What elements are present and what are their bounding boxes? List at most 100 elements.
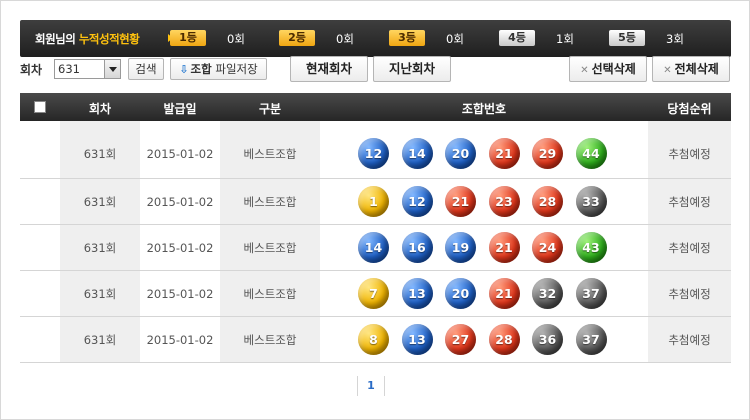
delete-selected-label: 선택삭제 [591, 62, 636, 76]
number-balls: 8 13 27 28 36 37 [358, 317, 619, 362]
rank-badge: 1등 [170, 30, 206, 46]
round-cell: 631회 [60, 317, 140, 362]
table-body: 631회 2015-01-02 베스트조합 추첨예정 12 14 20 21 29 44 631회 2… [20, 121, 731, 363]
lotto-ball: 19 [445, 232, 476, 263]
row-checkbox-cell [20, 225, 60, 270]
header-numbers: 조합번호 [461, 102, 507, 116]
lotto-ball: 1 [358, 186, 389, 217]
current-round-button[interactable]: 현재회차 [290, 56, 368, 82]
lotto-ball: 12 [401, 186, 433, 217]
type-cell: 베스트조합 [220, 271, 320, 316]
lotto-ball: 12 [358, 138, 389, 169]
lotto-ball: 8 [358, 324, 389, 355]
rank-count: 0회 [446, 32, 464, 46]
rank-badge: 2등 [279, 30, 315, 46]
round-cell: 631회 [60, 121, 140, 178]
table-row[interactable]: 631회 2015-01-02 베스트조합 추첨예정 8 13 27 28 36 37 [20, 317, 731, 363]
lotto-ball: 14 [358, 232, 389, 263]
chevron-down-icon[interactable] [104, 60, 120, 78]
issued-date-cell: 2015-01-02 [146, 240, 214, 255]
download-icon: ⇩ [179, 63, 189, 76]
past-round-button[interactable]: 지난회차 [373, 56, 451, 82]
round-cell: 631회 [60, 271, 140, 316]
table-header: 회차 발급일 구분 조합번호 당첨순위 [20, 93, 731, 121]
number-balls: 1 12 21 23 28 33 [358, 179, 619, 224]
lotto-ball: 32 [532, 278, 563, 309]
issued-date-cell: 2015-01-02 [146, 286, 214, 301]
table-row[interactable]: 631회 2015-01-02 베스트조합 추첨예정 1 12 21 23 28 33 [20, 179, 731, 225]
close-icon: ✕ [580, 65, 589, 76]
pagination-current-page[interactable]: 1 [357, 376, 385, 396]
lotto-ball: 28 [532, 186, 563, 217]
rank-badge: 5등 [609, 30, 645, 46]
summary-title: 회원님의 누적성적현황 [35, 31, 140, 47]
lotto-ball: 13 [401, 278, 433, 309]
select-all-checkbox[interactable] [34, 101, 46, 113]
lotto-ball: 29 [532, 138, 563, 169]
round-cell: 631회 [60, 179, 140, 224]
past-round-label: 지난회차 [388, 61, 435, 76]
lotto-ball: 20 [445, 278, 476, 309]
header-issued-date: 발급일 [163, 102, 197, 116]
lotto-ball: 21 [488, 232, 520, 263]
rank-count: 3회 [666, 32, 684, 46]
header-type: 구분 [258, 102, 282, 116]
rank-cell: 추첨예정 [648, 225, 731, 270]
rank-cell: 추첨예정 [648, 121, 731, 178]
rank-badge: 4등 [499, 30, 535, 46]
save-bold-label: 조합 [190, 62, 212, 76]
current-round-label: 현재회차 [305, 61, 352, 76]
round-select[interactable]: 631 [54, 59, 121, 79]
rank-badge: 3등 [389, 30, 425, 46]
rank-count: 0회 [336, 32, 354, 46]
lotto-ball: 27 [445, 324, 476, 355]
number-balls: 7 13 20 21 32 37 [358, 271, 619, 316]
rank-count: 0회 [227, 32, 245, 46]
table-row[interactable]: 631회 2015-01-02 베스트조합 추첨예정 7 13 20 21 32 37 [20, 271, 731, 317]
delete-all-button[interactable]: ✕ 전체삭제 [652, 56, 730, 82]
lotto-ball: 13 [401, 324, 433, 355]
close-icon: ✕ [663, 65, 672, 76]
type-cell: 베스트조합 [220, 225, 320, 270]
lotto-ball: 14 [401, 138, 433, 169]
header-round: 회차 [88, 102, 112, 116]
cumulative-record-bar: 회원님의 누적성적현황 1등 0회 2등 0회 3등 0회 4등 1회 5등 3회 [20, 20, 731, 57]
lotto-ball: 21 [488, 278, 520, 309]
row-checkbox-cell [20, 317, 60, 362]
type-cell: 베스트조합 [220, 121, 320, 178]
round-cell: 631회 [60, 225, 140, 270]
table-row[interactable]: 631회 2015-01-02 베스트조합 추첨예정 14 16 19 21 24 43 [20, 225, 731, 271]
type-cell: 베스트조합 [220, 317, 320, 362]
lotto-ball: 20 [445, 138, 476, 169]
number-balls: 14 16 19 21 24 43 [358, 225, 619, 270]
summary-highlight: 누적성적현황 [78, 32, 140, 46]
table-row[interactable]: 631회 2015-01-02 베스트조합 추첨예정 12 14 20 21 29 44 [20, 121, 731, 179]
row-checkbox-cell [20, 271, 60, 316]
delete-all-label: 전체삭제 [674, 62, 719, 76]
number-balls: 12 14 20 21 29 44 [358, 121, 619, 178]
summary-prefix: 회원님의 [35, 32, 79, 46]
row-checkbox-cell [20, 179, 60, 224]
type-cell: 베스트조합 [220, 179, 320, 224]
issued-date-cell: 2015-01-02 [146, 146, 214, 161]
delete-selected-button[interactable]: ✕ 선택삭제 [569, 56, 647, 82]
round-label: 회차 [20, 63, 43, 77]
lotto-ball: 7 [358, 278, 389, 309]
lotto-ball: 23 [488, 186, 520, 217]
lotto-ball: 21 [488, 138, 520, 169]
lotto-ball: 24 [532, 232, 563, 263]
lotto-ball: 28 [488, 324, 520, 355]
rank-cell: 추첨예정 [648, 179, 731, 224]
issued-date-cell: 2015-01-02 [146, 332, 214, 347]
save-rest-label: 파일저장 [211, 62, 258, 76]
lotto-ball: 37 [575, 278, 607, 309]
lotto-ball: 33 [575, 186, 607, 217]
lotto-ball: 21 [445, 186, 476, 217]
lotto-ball: 43 [575, 232, 607, 263]
lotto-ball: 16 [401, 232, 433, 263]
rank-cell: 추첨예정 [648, 317, 731, 362]
round-select-value: 631 [58, 62, 80, 76]
save-combination-file-button[interactable]: ⇩ 조합 파일저장 [170, 58, 267, 80]
search-button-label: 검색 [135, 62, 157, 76]
search-button[interactable]: 검색 [128, 58, 164, 80]
